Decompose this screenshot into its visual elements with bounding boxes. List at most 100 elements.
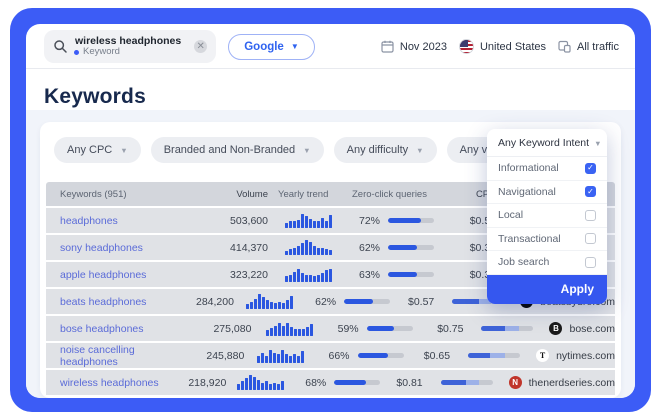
keyword-link[interactable]: wireless headphones (60, 377, 159, 389)
intent-option-label: Informational (498, 162, 559, 174)
domain-cell: Tnytimes.com (536, 349, 615, 362)
keyword-dot-icon (74, 50, 79, 55)
intent-option-label: Transactional (498, 233, 561, 245)
trend-cell (278, 267, 338, 282)
country-selector[interactable]: United States (459, 39, 546, 54)
domain-link[interactable]: nytimes.com (556, 350, 615, 362)
keyword-link[interactable]: headphones (60, 215, 118, 227)
keyword-link[interactable]: noise cancelling headphones (60, 344, 135, 368)
trend-cell (254, 348, 307, 363)
intent-option-navigational[interactable]: Navigational ✓ (487, 181, 607, 205)
checkbox-unchecked-icon[interactable] (585, 233, 596, 244)
screenshot-background: wireless headphones Keyword ✕ Google ▼ (0, 0, 661, 417)
checkbox-checked-icon[interactable]: ✓ (585, 163, 596, 174)
organic-vs-paid-bar (441, 380, 493, 385)
volume-cell: 503,600 (210, 215, 268, 227)
zero-click-bar-fill (358, 353, 388, 358)
zero-click-bar (344, 299, 390, 304)
volume-cell: 275,080 (198, 323, 251, 335)
trend-cell (244, 294, 294, 309)
keyword-intent-dropdown: Any Keyword Intent ▼ Informational✓Navig… (487, 129, 607, 304)
zero-click-cell: 62% (352, 242, 444, 254)
keyword-cell: beats headphones (60, 296, 185, 308)
volume-cell: 284,200 (185, 296, 234, 308)
apply-button[interactable]: Apply (487, 275, 607, 304)
date-selector[interactable]: Nov 2023 (381, 40, 447, 53)
cpc-cell: $0.65 (408, 350, 451, 362)
keyword-link[interactable]: bose headphones (60, 323, 144, 335)
yearly-trend-chart (285, 267, 332, 282)
checkbox-unchecked-icon[interactable] (585, 210, 596, 221)
column-header-1[interactable]: Volume (210, 189, 268, 200)
clear-search-icon[interactable]: ✕ (194, 40, 207, 53)
calendar-icon (381, 40, 394, 53)
zero-click-bar (334, 380, 380, 385)
checkbox-checked-icon[interactable]: ✓ (585, 186, 596, 197)
volume-cell: 414,370 (210, 242, 268, 254)
zero-click-percent: 63% (352, 269, 380, 281)
cpc-cell: $0.81 (384, 377, 422, 389)
yearly-trend-chart (285, 213, 332, 228)
keyword-intent-trigger[interactable]: Any Keyword Intent ▼ (487, 129, 607, 157)
column-header-0[interactable]: Keywords (951) (60, 189, 210, 200)
paid-segment (505, 326, 520, 331)
intent-option-informational[interactable]: Informational ✓ (487, 157, 607, 181)
zero-click-cell: 72% (352, 215, 444, 227)
keyword-link[interactable]: beats headphones (60, 296, 146, 308)
organic-vs-paid-bar (481, 326, 533, 331)
filter-pill-2[interactable]: Any difficulty▼ (334, 137, 437, 163)
keyword-cell: bose headphones (60, 323, 198, 335)
yearly-trend-chart (285, 240, 332, 255)
paid-segment (490, 353, 506, 358)
filter-pill-label: Branded and Non-Branded (164, 144, 295, 156)
intent-option-local[interactable]: Local (487, 204, 607, 228)
search-text: wireless headphones Keyword (75, 35, 181, 58)
domain-link[interactable]: bose.com (569, 323, 615, 335)
yearly-trend-chart (266, 321, 313, 336)
us-flag-icon (459, 39, 474, 54)
zero-click-percent: 62% (352, 242, 380, 254)
keyword-cell: headphones (60, 215, 210, 227)
zero-click-percent: 68% (298, 377, 326, 389)
zero-click-bar (367, 326, 413, 331)
organic-segment (452, 299, 479, 304)
paid-segment (466, 380, 480, 385)
column-header-3[interactable]: Zero-click queries (352, 189, 444, 200)
trend-cell (278, 240, 338, 255)
filter-pill-1[interactable]: Branded and Non-Branded▼ (151, 137, 324, 163)
zero-click-bar-fill (367, 326, 394, 331)
chevron-down-icon: ▼ (120, 146, 127, 155)
intent-option-job-search[interactable]: Job search (487, 251, 607, 275)
column-header-2[interactable]: Yearly trend (278, 189, 338, 200)
organic-vs-paid-cell (441, 380, 493, 385)
domain-link[interactable]: thenerdseries.com (529, 377, 615, 389)
zero-click-bar (388, 218, 434, 223)
organic-segment (468, 353, 490, 358)
zero-click-bar-fill (388, 218, 421, 223)
zero-click-bar-fill (334, 380, 365, 385)
intent-options-list: Informational ✓ Navigational ✓ Local Transact… (487, 157, 607, 275)
domain-favicon: N (509, 376, 522, 389)
zero-click-cell: 66% (322, 350, 404, 362)
cpc-cell: $0.75 (419, 323, 463, 335)
keyword-cell: sony headphones (60, 242, 210, 254)
zero-click-cell: 62% (308, 296, 390, 308)
search-engine-dropdown[interactable]: Google ▼ (228, 34, 315, 60)
keyword-link[interactable]: apple headphones (60, 269, 146, 281)
filter-pill-label: Any difficulty (347, 144, 409, 156)
intent-option-label: Navigational (498, 186, 556, 198)
filter-pill-0[interactable]: Any CPC▼ (54, 137, 141, 163)
keyword-search-box[interactable]: wireless headphones Keyword ✕ (44, 30, 216, 63)
checkbox-unchecked-icon[interactable] (585, 257, 596, 268)
keyword-cell: noise cancelling headphones (60, 344, 193, 368)
keyword-cell: apple headphones (60, 269, 210, 281)
intent-option-transactional[interactable]: Transactional (487, 228, 607, 252)
search-icon (53, 39, 68, 54)
keyword-link[interactable]: sony headphones (60, 242, 143, 254)
traffic-selector[interactable]: All traffic (558, 40, 619, 53)
zero-click-bar (388, 245, 434, 250)
organic-vs-paid-bar (468, 353, 520, 358)
organic-vs-paid-cell (481, 326, 533, 331)
organic-vs-paid-cell (468, 353, 520, 358)
zero-click-bar (358, 353, 404, 358)
